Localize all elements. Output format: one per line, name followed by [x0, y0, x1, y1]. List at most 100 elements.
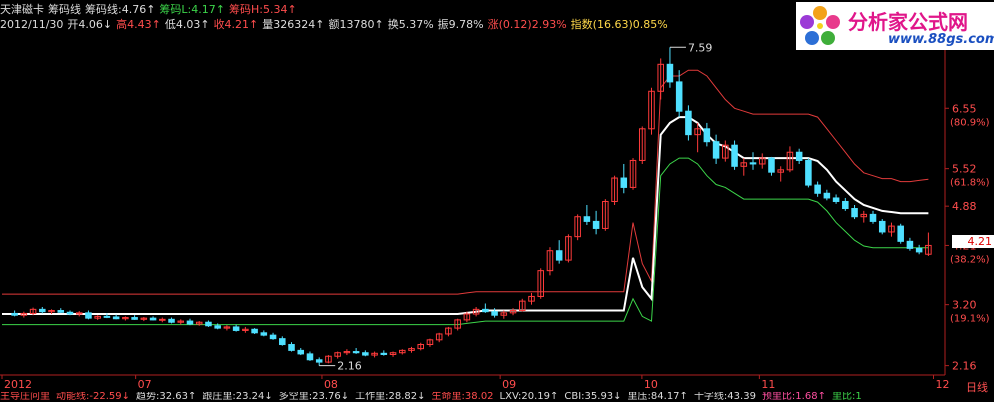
candle-body-15 [149, 317, 157, 321]
header-line-quote: 2012/11/30 开4.06↓ 高4.43↑ 低4.03↑ 收4.21↑ 量32632… [0, 17, 672, 32]
indicator-bar: 主导庄问里 动能线:-22.59↓ 趋势:32.63↑ 跟庄里:23.24↓ 多空里:2… [0, 392, 994, 402]
bottom-indicator-6: 生命里:38.02 [431, 392, 494, 402]
y-tick-label-0: 6.55 [952, 102, 977, 115]
candle-body-59 [555, 250, 563, 261]
candle-body-87 [814, 184, 821, 194]
candle-body-11 [112, 316, 120, 320]
y-tick-pct-1: (61.8%) [950, 178, 990, 189]
candle-body-19 [186, 320, 194, 325]
bottom-indicator-8: CBI:35.93↓ [564, 392, 622, 402]
quote-field-10: 指数(16.63)0.85% [570, 18, 668, 31]
candle-body-76 [712, 141, 720, 159]
quote-field-0: 2012/11/30 [0, 18, 64, 31]
series-line-筹码H [2, 69, 929, 295]
candle-body-62 [583, 216, 591, 222]
quote-field-7: 换5.37% [387, 18, 434, 31]
y-tick-pct-4: (19.1%) [950, 314, 990, 325]
candle-body-3 [39, 308, 46, 313]
candle-body-26 [251, 328, 258, 334]
candle-body-63 [592, 220, 600, 229]
x-tick-label-0: 2012 [4, 378, 32, 391]
current-price-marker: 4.21 [952, 235, 994, 248]
quote-field-8: 振9.78% [437, 18, 484, 31]
candle-body-98 [915, 247, 923, 253]
x-tick-label-3: 09 [502, 378, 516, 391]
candle-body-21 [205, 321, 212, 327]
candlestick-chart: 6.55(80.9%)5.52(61.8%)4.884.21(38.2%)3.2… [0, 30, 990, 391]
bottom-indicator-1: 动能线:-22.59↓ [56, 392, 130, 402]
candle-body-5 [57, 310, 65, 313]
y-tick-label-5: 2.16 [952, 360, 977, 373]
candle-body-96 [897, 225, 904, 242]
bottom-indicator-0: 主导庄问里 [0, 392, 50, 402]
bottom-indicator-10: 十字线:43.39 [693, 392, 756, 402]
bottom-indicator-12: 里比:1 [831, 392, 862, 402]
quote-field-5: 量326324↑ [262, 18, 325, 31]
bottom-indicator-11: 预里比:1.68↑ [761, 392, 826, 402]
x-tick-label-6: 12 [936, 378, 950, 391]
candle-body-24 [232, 326, 240, 331]
candle-body-97 [906, 240, 914, 249]
candle-body-78 [731, 144, 738, 167]
quote-field-3: 低4.03↑ [164, 18, 210, 31]
header-line-indicators: 天津磁卡 筹码线 筹码线:4.76↑ 筹码L:4.17↑ 筹码H:5.34↑ [0, 2, 301, 17]
x-tick-label-5: 11 [761, 378, 775, 391]
candle-body-91 [851, 208, 858, 218]
candle-body-16 [159, 318, 166, 321]
candle-body-27 [260, 332, 268, 336]
candle-body-28 [269, 334, 277, 340]
candle-body-73 [685, 110, 692, 136]
annotation-label-1: 2.16 [337, 360, 362, 373]
candle-body-38 [362, 352, 369, 356]
candle-body-90 [842, 200, 849, 210]
flower-icon [800, 6, 840, 45]
candle-body-0 [11, 312, 18, 316]
candle-body-93 [869, 213, 877, 222]
candle-body-30 [288, 344, 295, 351]
candle-body-8 [85, 312, 92, 319]
candle-body-6 [66, 311, 74, 315]
candle-body-10 [103, 315, 111, 318]
bottom-indicator-7: LXV:20.19↑ [499, 392, 559, 402]
header-indicator-3: 筹码L:4.17↑ [159, 3, 225, 16]
series-line-筹码L [2, 157, 929, 326]
y-tick-pct-0: (80.9%) [950, 117, 990, 128]
logo-url: www.88gs.com [888, 32, 994, 47]
candle-body-71 [666, 63, 674, 83]
candle-body-85 [795, 151, 803, 161]
candle-body-94 [878, 220, 886, 233]
x-tick-label-1: 07 [138, 378, 152, 391]
header-indicator-2: 筹码线:4.76↑ [85, 3, 156, 16]
candle-body-33 [315, 359, 323, 363]
quote-field-4: 收4.21↑ [213, 18, 259, 31]
quote-field-1: 开4.06↓ [67, 18, 113, 31]
annotation-label-0: 7.59 [688, 41, 713, 54]
candle-body-66 [620, 177, 628, 188]
candle-body-75 [703, 128, 711, 143]
candle-body-89 [832, 197, 840, 202]
candle-body-32 [306, 353, 314, 361]
candle-body-82 [768, 157, 775, 173]
candle-body-29 [279, 338, 286, 346]
bottom-indicator-9: 里压:84.17↑ [627, 392, 688, 402]
quote-field-6: 额13780↑ [328, 18, 384, 31]
logo-title: 分析家公式网 [848, 10, 968, 34]
candle-body-40 [380, 352, 388, 355]
candle-body-17 [168, 318, 175, 323]
bottom-indicator-2: 趋势:32.63↑ [135, 392, 197, 402]
candle-body-37 [352, 351, 360, 354]
candle-body-13 [131, 317, 138, 320]
candle-body-88 [823, 192, 831, 199]
bottom-indicator-5: 工作里:28.82↓ [355, 392, 426, 402]
bottom-indicator-4: 多空里:23.76↓ [278, 392, 350, 402]
y-tick-label-2: 4.88 [952, 200, 977, 213]
bottom-indicator-3: 跟庄里:23.24↓ [202, 392, 273, 402]
site-logo[interactable]: 分析家公式网 www.88gs.com [796, 2, 994, 50]
candle-body-72 [675, 81, 683, 112]
candle-body-51 [482, 308, 489, 313]
candle-body-52 [491, 311, 498, 316]
y-tick-label-1: 5.52 [952, 163, 977, 176]
x-tick-label-2: 08 [324, 378, 338, 391]
quote-field-9: 涨(0.12)2.93% [487, 18, 567, 31]
header-indicator-1: 筹码线 [48, 3, 81, 16]
